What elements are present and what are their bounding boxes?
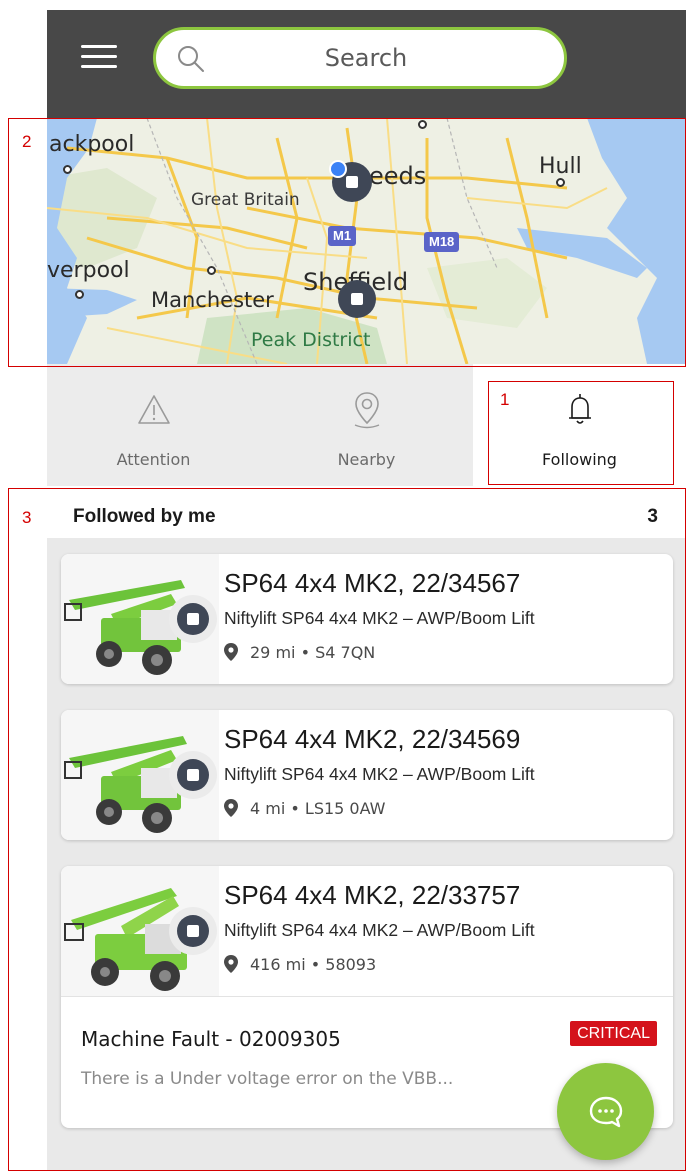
machine-model: Niftylift SP64 4x4 MK2 – AWP/Boom Lift <box>224 920 535 940</box>
chat-button[interactable] <box>557 1063 654 1160</box>
fault-title: Machine Fault - 02009305 <box>81 1027 341 1051</box>
machine-title: SP64 4x4 MK2, 22/33757 <box>224 880 521 910</box>
annotation-number-1: 1 <box>500 390 510 409</box>
map-background <box>47 118 686 364</box>
annotation-number-2: 2 <box>22 132 32 151</box>
machine-title: SP64 4x4 MK2, 22/34569 <box>224 724 521 754</box>
search-icon <box>178 46 204 72</box>
town-marker <box>207 266 216 275</box>
annotation-number-3: 3 <box>22 508 32 527</box>
machine-status-icon <box>169 907 217 955</box>
filter-tabs: Attention Nearby Following <box>47 364 686 486</box>
map-label-leeds: eeds <box>369 162 427 190</box>
machine-thumbnail <box>61 710 219 840</box>
list-header: Followed by me 3 <box>47 486 686 538</box>
road-shield-m1: M1 <box>328 226 357 246</box>
map-label-liverpool: verpool <box>47 258 130 283</box>
machine-map-marker[interactable] <box>338 280 376 318</box>
location-pin-icon <box>224 643 238 661</box>
machine-distance: 4 mi • LS15 0AW <box>250 798 386 818</box>
road-shield-m18: M18 <box>424 232 460 252</box>
map-label-peak-district: Peak District <box>251 329 371 351</box>
map-label-hull: Hull <box>539 154 582 179</box>
location-pin-icon <box>354 392 379 429</box>
machine-card[interactable]: SP64 4x4 MK2, 22/34569 Niftylift SP64 4x… <box>61 710 673 840</box>
warning-icon <box>137 395 170 424</box>
tab-following[interactable]: Following <box>473 364 686 486</box>
list-title: Followed by me <box>73 506 216 527</box>
search-box[interactable] <box>153 27 567 89</box>
town-marker <box>63 165 72 174</box>
tab-nearby[interactable]: Nearby <box>260 364 473 486</box>
machine-thumbnail <box>61 554 219 684</box>
tab-label: Nearby <box>337 450 396 469</box>
bell-icon <box>568 394 591 424</box>
tab-attention[interactable]: Attention <box>47 364 260 486</box>
hamburger-menu-icon[interactable] <box>81 45 117 69</box>
machine-model: Niftylift SP64 4x4 MK2 – AWP/Boom Lift <box>224 608 535 628</box>
map-view[interactable]: ackpool Great Britain eeds Hull verpool … <box>47 118 686 364</box>
machine-title: SP64 4x4 MK2, 22/34567 <box>224 568 521 598</box>
town-marker <box>418 120 427 129</box>
machine-status-icon <box>169 595 217 643</box>
machine-location: 4 mi • LS15 0AW <box>224 796 386 820</box>
machine-distance: 29 mi • S4 7QN <box>250 642 376 662</box>
location-pin-icon <box>224 955 238 973</box>
town-marker <box>75 290 84 299</box>
current-location-dot <box>329 160 347 178</box>
map-label-manchester: Manchester <box>151 288 274 312</box>
tab-label: Following <box>542 450 617 469</box>
machine-location: 416 mi • 58093 <box>224 952 376 976</box>
tab-label: Attention <box>116 450 191 469</box>
list-count: 3 <box>647 506 658 527</box>
machine-card[interactable]: SP64 4x4 MK2, 22/34567 Niftylift SP64 4x… <box>61 554 673 684</box>
machine-location: 29 mi • S4 7QN <box>224 640 375 664</box>
machine-distance: 416 mi • 58093 <box>250 954 377 974</box>
fault-description: There is a Under voltage error on the VB… <box>81 1069 454 1089</box>
map-label-blackpool: ackpool <box>49 132 135 157</box>
chat-bubble-icon <box>589 1096 623 1128</box>
critical-badge: CRITICAL <box>570 1021 657 1046</box>
town-marker <box>556 178 565 187</box>
machine-thumbnail <box>61 866 219 996</box>
machine-status-icon <box>169 751 217 799</box>
machine-model: Niftylift SP64 4x4 MK2 – AWP/Boom Lift <box>224 764 535 784</box>
top-bar <box>47 10 686 118</box>
map-label-great-britain: Great Britain <box>191 190 300 210</box>
location-pin-icon <box>224 799 238 817</box>
search-input[interactable] <box>216 30 516 86</box>
